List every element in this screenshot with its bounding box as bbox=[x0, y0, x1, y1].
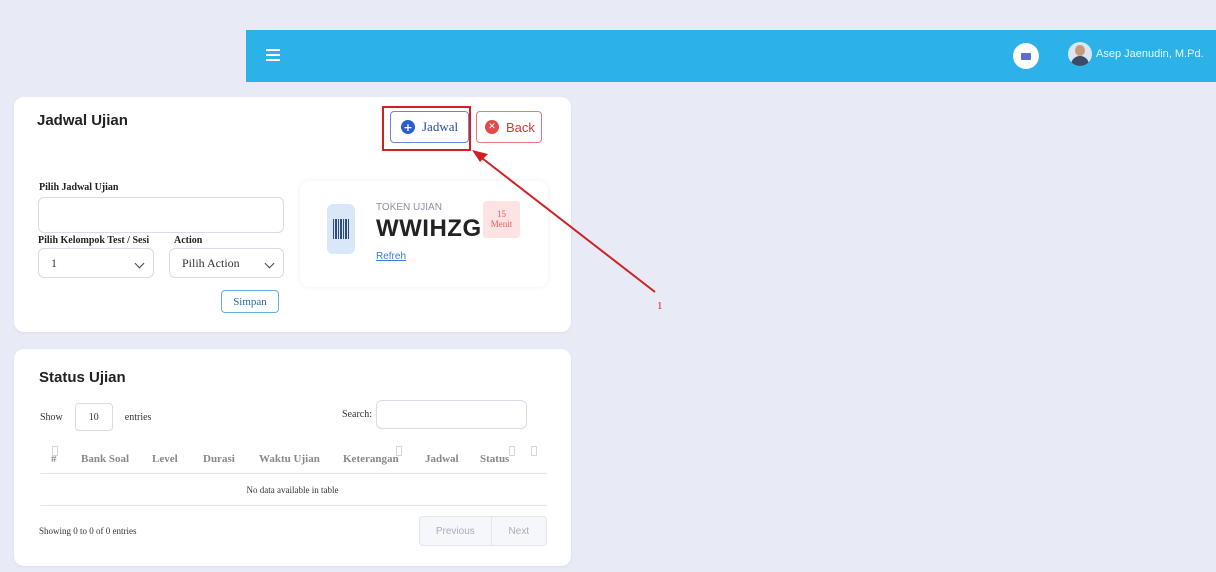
annotation-number: 1 bbox=[657, 300, 663, 312]
annotation-arrow bbox=[472, 150, 656, 293]
